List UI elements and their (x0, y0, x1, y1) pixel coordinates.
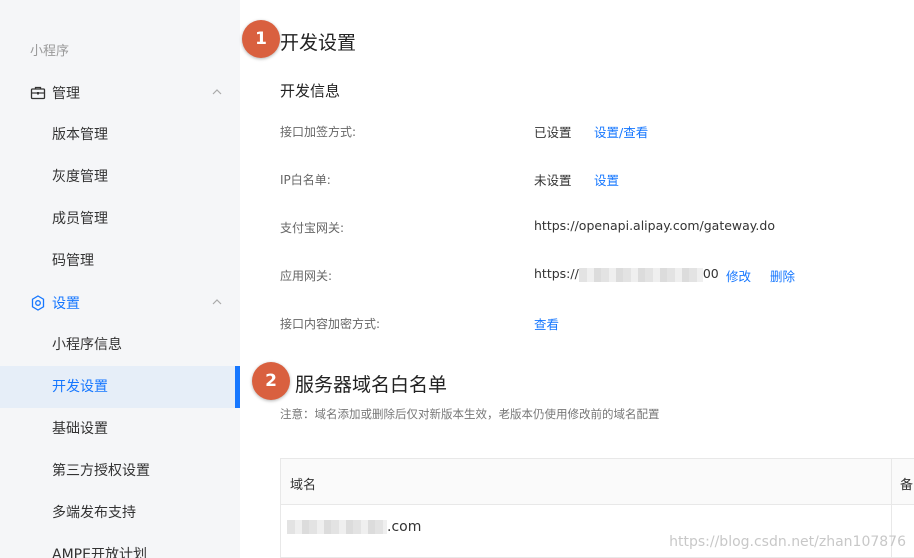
sidebar-item-multi-publish[interactable]: 多端发布支持 (0, 492, 240, 534)
sidebar-group-label: 设置 (52, 296, 80, 312)
chevron-up-icon[interactable] (212, 297, 222, 307)
row-value: 未设置 (534, 173, 572, 188)
dev-info-subtitle: 开发信息 (280, 82, 341, 100)
page-title: 开发设置 (280, 32, 357, 54)
row-label: 接口加签方式: (280, 125, 357, 139)
sidebar-item-dev-settings[interactable]: 开发设置 (0, 366, 240, 408)
sidebar-group-manage[interactable]: 管理 (0, 72, 240, 114)
redacted-blur (287, 520, 387, 534)
row-label: 支付宝网关: (280, 221, 345, 235)
sidebar-app-label: 小程序 (30, 44, 70, 59)
row-ip-whitelist: IP白名单: 未设置 设置 (280, 169, 900, 189)
gear-icon (31, 295, 45, 311)
delete-gateway-link[interactable]: 删除 (770, 266, 795, 285)
domain-suffix: .com (387, 519, 422, 535)
chevron-up-icon[interactable] (212, 87, 222, 97)
view-encryption-link[interactable]: 查看 (534, 314, 559, 333)
sidebar-group-settings[interactable]: 设置 (0, 282, 240, 324)
section-title-domain-whitelist: 服务器域名白名单 (295, 374, 448, 396)
table-header (281, 459, 914, 505)
sidebar-item-third-party-auth[interactable]: 第三方授权设置 (0, 450, 240, 492)
sidebar-item-version[interactable]: 版本管理 (0, 114, 240, 156)
row-label: 应用网关: (280, 269, 333, 283)
gateway-prefix: https:// (534, 266, 579, 281)
step-badge-2: 2 (252, 362, 290, 400)
redacted-blur (578, 267, 703, 282)
row-label: IP白名单: (280, 173, 331, 187)
row-label: 接口内容加密方式: (280, 317, 381, 331)
gateway-suffix: 00 (702, 266, 719, 281)
domain-note: 注意：域名添加或删除后仅对新版本生效，老版本仍使用修改前的域名配置 (280, 407, 660, 421)
sidebar-item-code[interactable]: 码管理 (0, 240, 240, 282)
sidebar-group-label: 管理 (52, 86, 80, 102)
row-alipay-gateway: 支付宝网关: https://openapi.alipay.com/gatewa… (280, 217, 900, 237)
edit-gateway-link[interactable]: 修改 (726, 266, 751, 285)
main-content: 1 开发设置 开发信息 接口加签方式: 已设置 设置/查看 IP白名单: 未设置… (240, 0, 914, 558)
step-badge-1: 1 (242, 20, 280, 58)
sidebar-item-ampe[interactable]: AMPE开放计划 (0, 534, 240, 558)
row-sign-method: 接口加签方式: 已设置 设置/查看 (280, 121, 900, 141)
row-value: 已设置 (534, 125, 572, 140)
column-header-domain: 域名 (290, 478, 317, 493)
row-content-encryption: 接口内容加密方式: 查看 (280, 313, 900, 333)
sidebar: 小程序 管理 版本管理 灰度管理 成员管理 码管理 设置 小程序信息 开发设置 … (0, 0, 240, 558)
row-app-gateway: 应用网关: https:// 00 修改 删除 (280, 265, 900, 285)
row-value: https:// 00 (534, 266, 719, 282)
sign-method-settings-link[interactable]: 设置/查看 (594, 122, 648, 141)
column-header-remark: 备 (900, 478, 914, 493)
sidebar-item-app-info[interactable]: 小程序信息 (0, 324, 240, 366)
sidebar-item-members[interactable]: 成员管理 (0, 198, 240, 240)
ip-whitelist-settings-link[interactable]: 设置 (594, 170, 619, 189)
briefcase-icon (30, 86, 46, 100)
sidebar-item-grayscale[interactable]: 灰度管理 (0, 156, 240, 198)
sidebar-item-basic-settings[interactable]: 基础设置 (0, 408, 240, 450)
table-row: .com (287, 519, 421, 535)
row-value: https://openapi.alipay.com/gateway.do (534, 218, 775, 233)
watermark: https://blog.csdn.net/zhan107876 (669, 534, 906, 550)
